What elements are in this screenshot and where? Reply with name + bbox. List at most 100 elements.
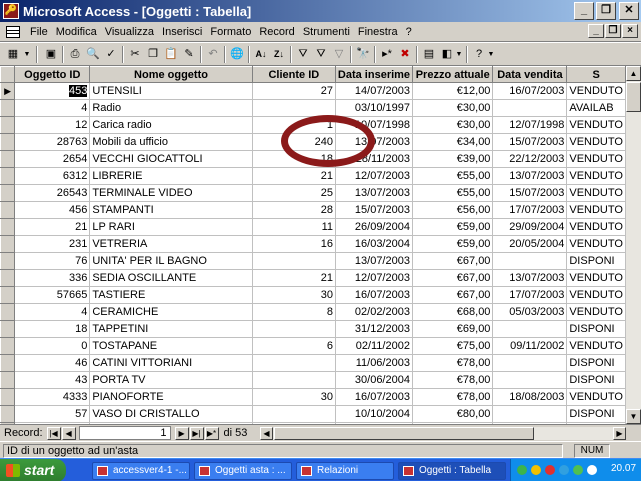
cell-stato[interactable]: VENDUTO — [566, 167, 626, 185]
cell-nome-oggetto[interactable]: PORTA TV — [89, 371, 253, 389]
cell-nome-oggetto[interactable]: VECCHI GIOCATTOLI — [89, 150, 253, 168]
row-selector[interactable] — [0, 116, 16, 134]
cell-cliente-id[interactable] — [252, 354, 337, 372]
cell-nome-oggetto[interactable]: STAMPANTI — [89, 201, 253, 219]
menu-finestra[interactable]: Finestra — [354, 26, 402, 38]
cell-data-vendita[interactable]: 15/07/2003 — [492, 133, 568, 151]
cell-stato[interactable]: VENDUTO — [566, 269, 626, 287]
database-window-icon[interactable]: ▤ — [420, 46, 438, 63]
cell-data-vendita[interactable] — [492, 371, 568, 389]
menu-file[interactable]: File — [26, 26, 52, 38]
cell-data-inserimento[interactable]: 02/11/2002 — [335, 337, 413, 355]
security-icon[interactable] — [531, 465, 541, 475]
cell-cliente-id[interactable]: 11 — [252, 218, 337, 236]
cell-data-inserimento[interactable]: 12/07/2003 — [335, 167, 413, 185]
row-selector[interactable] — [0, 201, 16, 219]
cell-oggetto-id[interactable]: 2654 — [14, 150, 91, 168]
row-selector[interactable] — [0, 388, 16, 406]
table-row[interactable]: 76 UNITA' PER IL BAGNO 13/07/2003 €67,00 DIS… — [0, 252, 626, 270]
messenger-icon[interactable] — [559, 465, 569, 475]
cell-data-vendita[interactable] — [492, 252, 568, 270]
menu-visualizza[interactable]: Visualizza — [101, 26, 158, 38]
cell-stato[interactable]: VENDUTO — [566, 235, 626, 253]
view-dropdown-icon[interactable]: ▼ — [22, 46, 32, 63]
cell-data-vendita[interactable] — [492, 99, 568, 117]
table-row[interactable]: 4333 PIANOFORTE 30 16/07/2003 €78,00 18/08/20… — [0, 388, 626, 406]
mdi-restore-button[interactable]: ❐ — [605, 24, 621, 38]
cell-prezzo-attuale[interactable]: €39,00 — [412, 150, 494, 168]
cell-prezzo-attuale[interactable]: €75,00 — [412, 337, 494, 355]
cell-data-inserimento[interactable]: 11/06/2003 — [335, 354, 413, 372]
column-header-data-inserimento[interactable]: Data inserime — [335, 66, 413, 83]
find-icon[interactable]: 🔭 — [354, 46, 372, 63]
menu-record[interactable]: Record — [255, 26, 298, 38]
row-selector[interactable] — [0, 303, 16, 321]
print-preview-icon[interactable]: 🔍 — [84, 46, 102, 63]
cell-nome-oggetto[interactable]: Radio — [89, 99, 253, 117]
column-header-prezzo-attuale[interactable]: Prezzo attuale — [411, 66, 494, 83]
apply-filter-icon[interactable]: ▽ — [330, 46, 348, 63]
cell-oggetto-id[interactable]: 46 — [14, 354, 91, 372]
table-row[interactable]: 43 PORTA TV 30/06/2004 €78,00 DISPONI — [0, 371, 626, 389]
taskbar-item-oggetti-asta[interactable]: Oggetti asta : ... — [194, 462, 292, 480]
volume-icon[interactable] — [587, 465, 597, 475]
cell-cliente-id[interactable]: 27 — [252, 82, 337, 100]
cell-oggetto-id[interactable]: 26543 — [14, 184, 91, 202]
menu-strumenti[interactable]: Strumenti — [299, 26, 354, 38]
cell-prezzo-attuale[interactable]: €30,00 — [412, 99, 494, 117]
cell-data-inserimento[interactable]: 15/07/2003 — [335, 201, 413, 219]
help-dropdown-icon[interactable]: ▼ — [486, 46, 496, 63]
cell-data-inserimento[interactable]: 12/07/2003 — [335, 269, 413, 287]
menu-formato[interactable]: Formato — [206, 26, 255, 38]
sort-ascending-icon[interactable]: A↓ — [252, 46, 270, 63]
cell-oggetto-id[interactable]: 76 — [14, 252, 91, 270]
cell-data-vendita[interactable] — [492, 405, 568, 423]
table-row[interactable]: 18 TAPPETINI 31/12/2003 €69,00 DISPONI — [0, 320, 626, 338]
cell-prezzo-attuale[interactable]: €59,00 — [412, 218, 494, 236]
cell-data-vendita[interactable]: 13/07/2003 — [492, 167, 568, 185]
scroll-up-icon[interactable]: ▲ — [626, 66, 641, 81]
new-object-dropdown-icon[interactable]: ▼ — [454, 46, 464, 63]
cell-prezzo-attuale[interactable]: €80,00 — [412, 405, 494, 423]
cell-stato[interactable]: VENDUTO — [566, 201, 626, 219]
delete-record-icon[interactable]: ✖ — [396, 46, 414, 63]
cell-cliente-id[interactable]: 16 — [252, 235, 337, 253]
cell-prezzo-attuale[interactable]: €67,00 — [412, 286, 494, 304]
cell-data-inserimento[interactable]: 02/02/2003 — [335, 303, 413, 321]
mdi-close-button[interactable]: × — [622, 24, 638, 38]
cell-prezzo-attuale[interactable]: €67,00 — [412, 269, 494, 287]
row-selector[interactable] — [0, 99, 16, 117]
cell-nome-oggetto[interactable]: VETRERIA — [89, 235, 253, 253]
cell-cliente-id[interactable]: 30 — [252, 388, 337, 406]
cell-nome-oggetto[interactable]: CATINI VITTORIANI — [89, 354, 253, 372]
taskbar-item-relazioni[interactable]: Relazioni — [296, 462, 394, 480]
cell-prezzo-attuale[interactable]: €78,00 — [412, 371, 494, 389]
scroll-down-icon[interactable]: ▼ — [626, 409, 641, 424]
cell-nome-oggetto[interactable]: UNITA' PER IL BAGNO — [89, 252, 253, 270]
cell-data-vendita[interactable]: 15/07/2003 — [492, 184, 568, 202]
row-selector[interactable] — [0, 405, 16, 423]
row-selector[interactable] — [0, 252, 16, 270]
cell-cliente-id[interactable] — [252, 320, 337, 338]
vertical-scroll-thumb[interactable] — [626, 82, 641, 112]
select-all-corner[interactable] — [0, 66, 16, 83]
cell-data-inserimento[interactable]: 13/07/2003 — [335, 184, 413, 202]
print-icon[interactable]: ⎙ — [66, 46, 84, 63]
paste-icon[interactable]: 📋 — [162, 46, 180, 63]
cell-stato[interactable]: VENDUTO — [566, 116, 626, 134]
cell-cliente-id[interactable] — [252, 99, 337, 117]
table-row[interactable]: 57 VASO DI CRISTALLO 10/10/2004 €80,00 DISPO… — [0, 405, 626, 423]
cell-stato[interactable]: DISPONI — [566, 320, 626, 338]
view-icon[interactable]: ▦ — [4, 46, 22, 63]
cell-cliente-id[interactable]: 6 — [252, 337, 337, 355]
cell-prezzo-attuale[interactable]: €78,00 — [412, 354, 494, 372]
next-record-icon[interactable]: ▶ — [174, 426, 189, 440]
cell-oggetto-id[interactable]: 18 — [14, 320, 91, 338]
cell-oggetto-id[interactable]: 12 — [14, 116, 91, 134]
cell-nome-oggetto[interactable]: SEDIA OSCILLANTE — [89, 269, 253, 287]
restore-button[interactable]: ❐ — [596, 2, 616, 20]
spelling-icon[interactable]: ✓ — [102, 46, 120, 63]
datasheet-window-icon[interactable] — [6, 25, 20, 38]
minimize-button[interactable]: _ — [574, 2, 594, 20]
cell-nome-oggetto[interactable]: Carica radio — [89, 116, 253, 134]
